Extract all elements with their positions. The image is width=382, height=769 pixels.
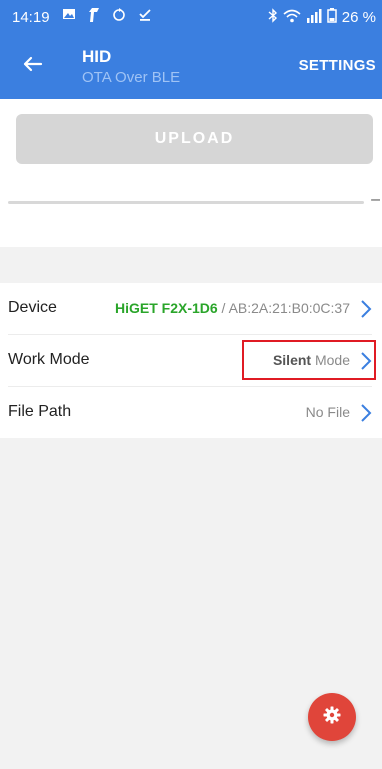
app-title: HID	[82, 47, 112, 66]
progress-section: –	[0, 185, 382, 247]
device-value: HiGET F2X-1D6 / AB:2A:21:B0:0C:37	[115, 300, 350, 316]
progress-bar	[8, 201, 364, 204]
settings-fab-button[interactable]	[308, 693, 356, 741]
chevron-right-icon	[360, 299, 372, 319]
device-name: HiGET F2X-1D6	[114, 300, 218, 316]
bluetooth-icon	[268, 8, 278, 27]
sync-icon	[112, 7, 126, 27]
file-path-label: File Path	[8, 403, 72, 420]
file-path-row[interactable]: File Path No File	[0, 387, 382, 439]
work-mode-value: Silent Mode	[273, 352, 350, 368]
chevron-right-icon	[360, 403, 372, 423]
signal-icon	[306, 8, 322, 27]
status-system-icons: 26 %	[268, 8, 376, 27]
back-arrow-icon[interactable]	[20, 51, 46, 77]
chevron-right-icon	[360, 351, 372, 371]
status-bar: 14:19 26 %	[0, 0, 382, 37]
battery-icon	[327, 8, 337, 27]
settings-list: Device HiGET F2X-1D6 / AB:2A:21:B0:0C:37…	[0, 283, 382, 438]
work-mode-row[interactable]: Work Mode Silent Mode	[0, 335, 382, 387]
image-icon	[62, 7, 76, 27]
wifi-icon	[283, 9, 301, 27]
file-path-value: No File	[305, 404, 350, 420]
upload-button[interactable]: UPLOAD	[16, 114, 373, 164]
device-label: Device	[8, 299, 57, 316]
upload-section: UPLOAD	[0, 99, 382, 185]
work-mode-label: Work Mode	[8, 351, 90, 368]
status-time: 14:19	[12, 9, 50, 26]
app-bar: HID OTA Over BLE SETTINGS	[0, 37, 382, 99]
device-separator: /	[217, 300, 229, 316]
battery-percent: 26 %	[341, 9, 376, 26]
device-mac: AB:2A:21:B0:0C:37	[228, 300, 350, 316]
gear-icon	[323, 706, 341, 729]
work-mode-name: Silent	[272, 352, 312, 368]
status-notification-icons	[62, 7, 152, 27]
download-done-icon	[138, 7, 152, 27]
settings-button[interactable]: SETTINGS	[299, 57, 376, 74]
section-divider	[0, 247, 382, 283]
work-mode-suffix: Mode	[311, 352, 350, 368]
app-subtitle: OTA Over BLE	[82, 69, 181, 86]
progress-text: –	[371, 191, 380, 208]
app-icon	[88, 7, 100, 27]
device-row[interactable]: Device HiGET F2X-1D6 / AB:2A:21:B0:0C:37	[0, 283, 382, 335]
